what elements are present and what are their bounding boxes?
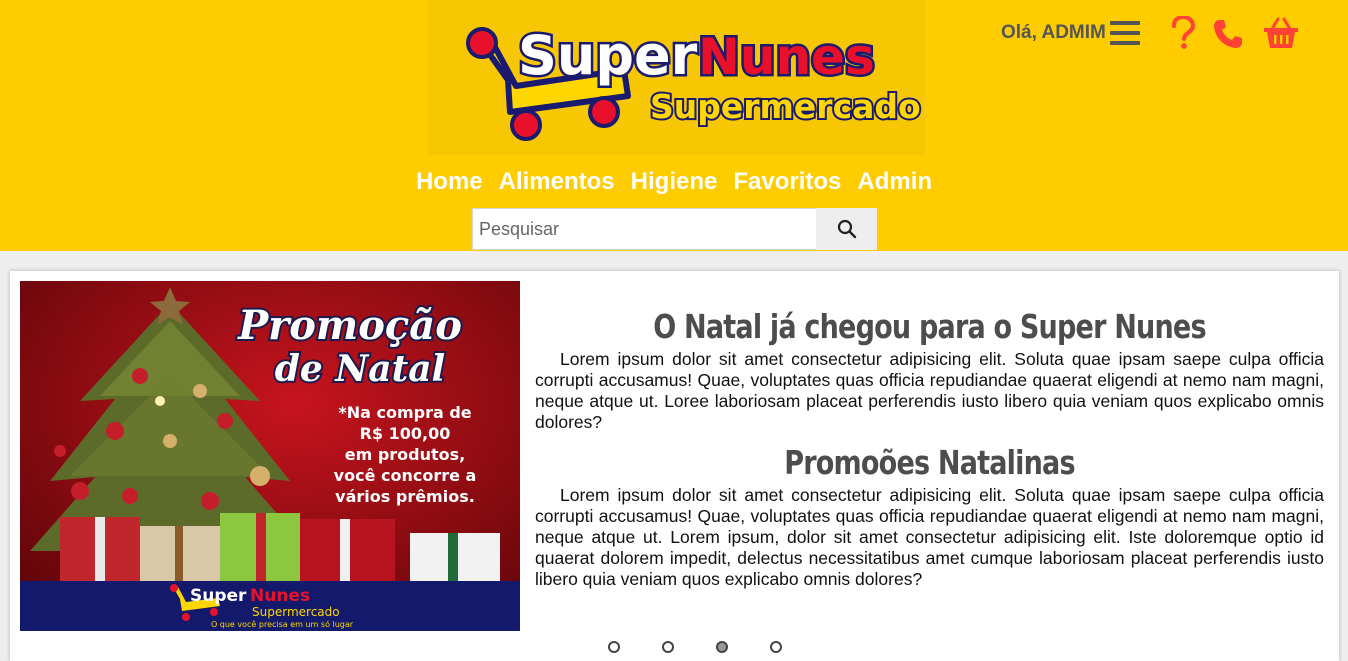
banner-brand-second: Nunes bbox=[250, 586, 310, 606]
banner-brand-sub: Supermercado bbox=[252, 605, 340, 619]
nav-favoritos[interactable]: Favoritos bbox=[733, 168, 841, 196]
carousel-dot-active[interactable] bbox=[716, 641, 728, 653]
logo-brand-second: Nunes bbox=[698, 28, 875, 86]
banner-body-line: em produtos, bbox=[345, 445, 466, 464]
banner-slogan: O que você precisa em um só lugar bbox=[211, 619, 354, 629]
search-bar bbox=[472, 208, 877, 250]
main-nav: Home Alimentos Higiene Favoritos Admin bbox=[0, 168, 1348, 196]
promo-subheading: Promoões Natalinas bbox=[784, 443, 1075, 482]
help-icon[interactable] bbox=[1170, 14, 1196, 55]
banner-title-line2: de Natal bbox=[275, 348, 445, 390]
site-header: Super Nunes Supermercado Olá, ADMIM Home… bbox=[0, 0, 1348, 251]
banner-body-line: R$ 100,00 bbox=[360, 424, 451, 443]
banner-brand-first: Super bbox=[190, 586, 247, 606]
search-button[interactable] bbox=[816, 208, 877, 250]
promo-content: O Natal já chegou para o Super Nunes Lor… bbox=[535, 305, 1324, 590]
logo-brand-first: Super bbox=[518, 24, 698, 87]
promo-card: Promoção de Natal *Na compra de R$ 100,0… bbox=[10, 271, 1339, 661]
nav-alimentos[interactable]: Alimentos bbox=[499, 168, 615, 196]
banner-body-line: vários prêmios. bbox=[335, 487, 475, 506]
carousel-dot[interactable] bbox=[662, 641, 674, 653]
carousel-dot[interactable] bbox=[770, 641, 782, 653]
search-input[interactable] bbox=[472, 208, 816, 250]
user-greeting: Olá, ADMIM bbox=[1001, 22, 1106, 43]
search-icon bbox=[837, 219, 856, 239]
promo-paragraph: Lorem ipsum dolor sit amet consectetur a… bbox=[535, 349, 1324, 432]
site-logo[interactable]: Super Nunes Supermercado bbox=[428, 0, 925, 155]
banner-title-line1: Promoção bbox=[237, 302, 462, 349]
banner-body-line: você concorre a bbox=[334, 466, 477, 485]
basket-icon[interactable] bbox=[1263, 16, 1299, 55]
christmas-promo-banner[interactable]: Promoção de Natal *Na compra de R$ 100,0… bbox=[20, 281, 520, 631]
promo-heading: O Natal já chegou para o Super Nunes bbox=[653, 307, 1206, 346]
phone-icon[interactable] bbox=[1212, 18, 1244, 55]
banner-body-line: *Na compra de bbox=[338, 403, 471, 422]
promo-paragraph: Lorem ipsum dolor sit amet consectetur a… bbox=[535, 485, 1324, 589]
nav-home[interactable]: Home bbox=[416, 168, 483, 196]
logo-tagline: Supermercado bbox=[650, 87, 921, 126]
nav-higiene[interactable]: Higiene bbox=[631, 168, 718, 196]
nav-admin[interactable]: Admin bbox=[857, 168, 932, 196]
carousel-dot[interactable] bbox=[608, 641, 620, 653]
menu-icon[interactable] bbox=[1110, 20, 1140, 51]
